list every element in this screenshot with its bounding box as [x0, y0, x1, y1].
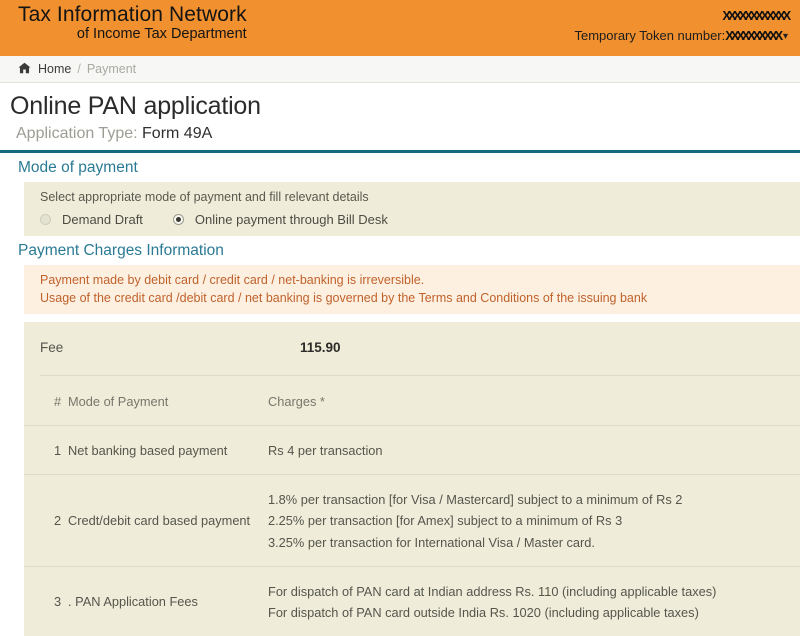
radio-demand-draft[interactable] — [40, 214, 51, 225]
table-row: 3 . PAN Application Fees For dispatch of… — [24, 565, 800, 636]
table-row: 2 Credt/debit card based payment 1.8% pe… — [24, 474, 800, 567]
charge-line: For dispatch of PAN card outside India R… — [268, 604, 699, 620]
column-header-charges: Charges * — [268, 394, 325, 410]
charge-line: For dispatch of PAN card at Indian addre… — [268, 583, 717, 599]
row-charges: 1.8% per transaction [for Visa / Masterc… — [268, 474, 800, 567]
brand-logo[interactable]: Tax Information Network of Income Tax De… — [18, 3, 247, 43]
application-type-row: Application Type: Form 49A — [10, 121, 800, 143]
mode-of-payment-instruction: Select appropriate mode of payment and f… — [40, 190, 369, 204]
radio-label-demand-draft[interactable]: Demand Draft — [62, 212, 143, 227]
radio-online-payment-bill-desk[interactable] — [172, 214, 184, 225]
charges-table-header-row: # Mode of Payment Charges * — [24, 376, 800, 426]
radio-label-online-payment-bill-desk[interactable]: Online payment through Bill Desk — [195, 212, 388, 227]
charge-line: Rs 4 per transaction — [268, 443, 383, 459]
charges-table: # Mode of Payment Charges * 1 Net bankin… — [24, 376, 800, 636]
row-mode-of-payment: Credt/debit card based payment — [68, 474, 268, 567]
column-header-mode-of-payment: Mode of Payment — [68, 394, 169, 410]
fee-label: Fee — [40, 340, 64, 356]
row-mode-of-payment: . PAN Application Fees — [68, 565, 268, 636]
table-row: 1 Net banking based payment Rs 4 per tra… — [24, 425, 800, 475]
column-header-index: # — [54, 394, 62, 410]
brand-subtitle: of Income Tax Department — [76, 26, 247, 43]
breadcrumb-separator: / — [77, 62, 81, 76]
application-type-label: Application Type: — [16, 125, 138, 142]
home-icon[interactable] — [18, 62, 31, 76]
payment-warning-banner: Payment made by debit card / credit card… — [24, 265, 800, 315]
page-title: Online PAN application — [10, 92, 261, 120]
token-label: Temporary Token number: — [574, 27, 726, 43]
brand-title: Tax Information Network — [18, 3, 247, 26]
site-header: Tax Information Network of Income Tax De… — [0, 0, 800, 56]
row-charges: Rs 4 per transaction — [268, 425, 800, 475]
application-type-value: Form 49A — [142, 125, 213, 142]
fee-value: 115.90 — [300, 340, 341, 356]
row-index: 1 — [24, 425, 68, 475]
header-user-block: XXXXXXXXXXXX Temporary Token number:XXXX… — [574, 7, 791, 45]
breadcrumb-item-home[interactable]: Home — [38, 62, 71, 76]
charge-line: 1.8% per transaction [for Visa / Masterc… — [268, 492, 683, 508]
charge-line: 3.25% per transaction for International … — [268, 534, 595, 550]
section-heading-mode-of-payment: Mode of payment — [18, 159, 138, 176]
user-name: XXXXXXXXXXXX — [722, 8, 791, 23]
row-index: 3 — [24, 565, 68, 636]
breadcrumb: Home / Payment — [0, 56, 800, 83]
token-value: XXXXXXXXXX — [725, 27, 783, 43]
mode-of-payment-panel: Select appropriate mode of payment and f… — [24, 182, 800, 236]
fee-row: Fee 115.90 — [24, 340, 800, 375]
payment-warning-line-2: Usage of the credit card /debit card / n… — [40, 291, 648, 306]
row-charges: For dispatch of PAN card at Indian addre… — [268, 565, 800, 636]
row-index: 2 — [24, 474, 68, 567]
row-mode-of-payment: Net banking based payment — [68, 425, 268, 475]
breadcrumb-item-payment: Payment — [86, 62, 137, 76]
charge-line: 2.25% per transaction [for Amex] subject… — [268, 513, 623, 529]
chevron-down-icon[interactable]: ▾ — [783, 30, 788, 44]
payment-warning-line-1: Payment made by debit card / credit card… — [40, 273, 425, 287]
temporary-token-row: Temporary Token number:XXXXXXXXXX ▾ — [574, 27, 788, 45]
page-title-section: Online PAN application Application Type:… — [0, 83, 800, 143]
section-heading-payment-charges: Payment Charges Information — [18, 242, 224, 259]
mode-of-payment-options: Demand Draft Online payment through Bill… — [24, 212, 800, 227]
payment-charges-panel: Fee 115.90 # Mode of Payment Charges * 1… — [24, 322, 800, 636]
